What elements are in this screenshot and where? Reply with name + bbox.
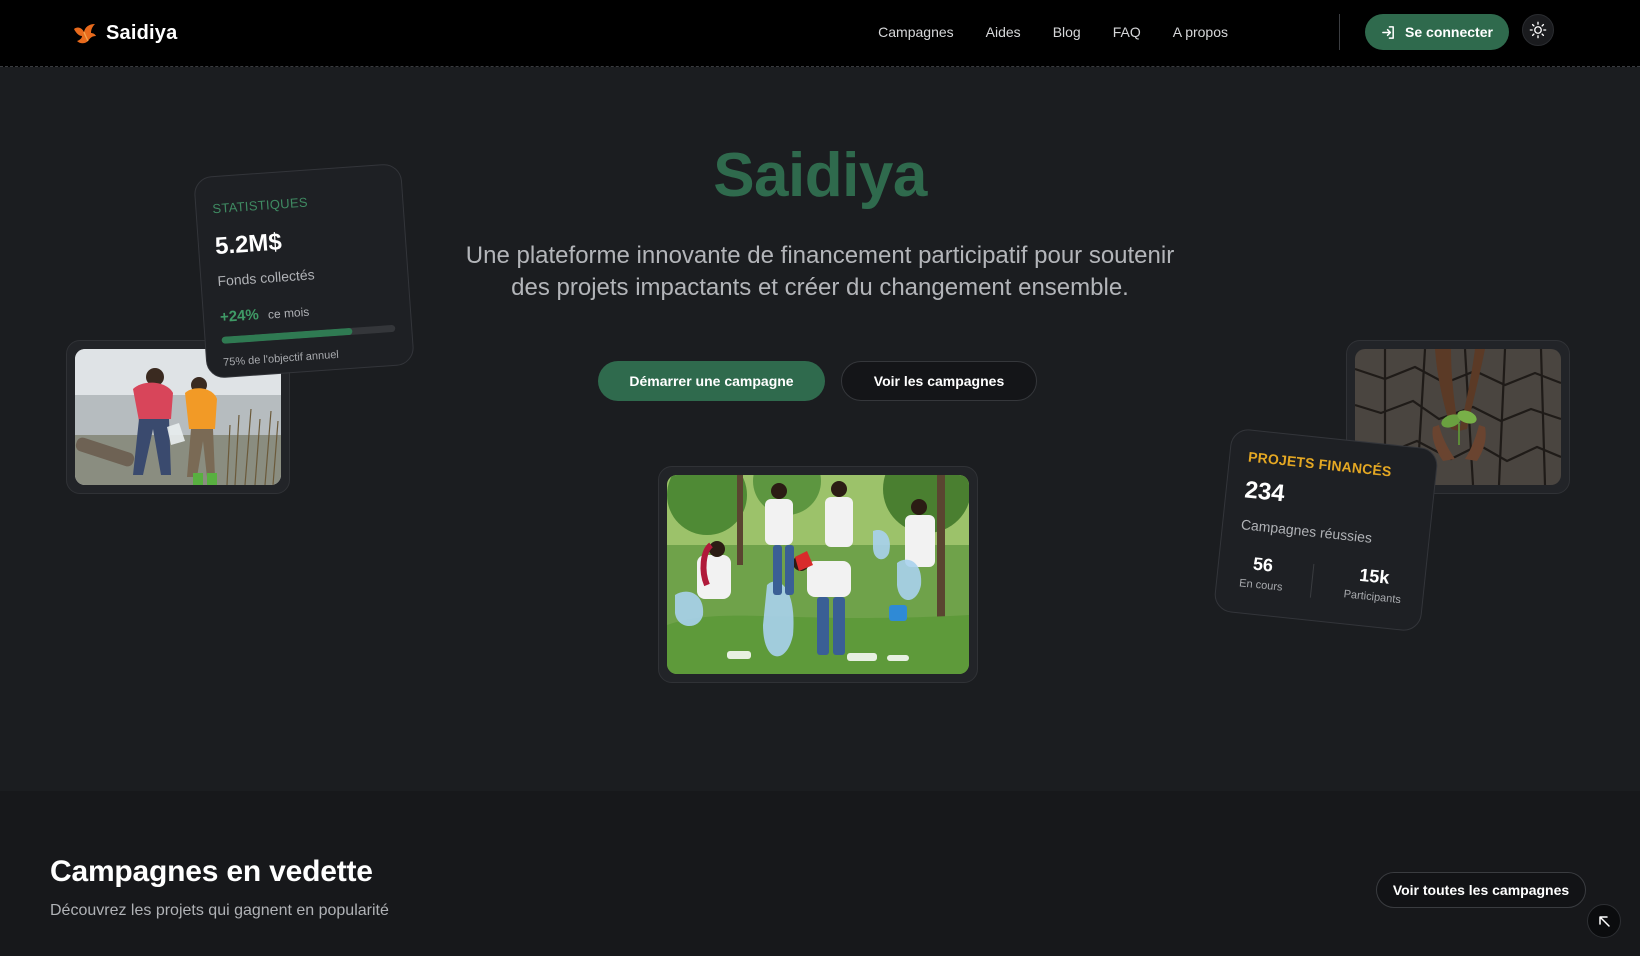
funds-amount: 5.2M$ (214, 228, 283, 261)
brand-name: Saidiya (106, 21, 178, 44)
featured-subtitle: Découvrez les projets qui gagnent en pop… (50, 902, 389, 919)
nav-link-a-propos[interactable]: A propos (1173, 24, 1228, 40)
mini-stat-divider (1309, 563, 1315, 598)
nav-link-campagnes[interactable]: Campagnes (878, 24, 954, 40)
arrow-up-left-icon (1599, 916, 1610, 927)
goal-progress-caption: 75% de l'objectif annuel (222, 348, 340, 369)
nav-links: Campagnes Aides Blog FAQ A propos (878, 0, 1228, 64)
growth-suffix: ce mois (267, 304, 310, 322)
growth-value: +24% (219, 306, 260, 326)
nav-link-faq[interactable]: FAQ (1113, 24, 1141, 40)
top-navbar: Saidiya Campagnes Aides Blog FAQ A propo… (0, 0, 1640, 67)
nav-link-aides[interactable]: Aides (986, 24, 1021, 40)
park-cleanup-photo (667, 475, 969, 674)
hero-subtitle-line-1: Une plateforme innovante de financement … (465, 242, 1175, 269)
featured-title: Campagnes en vedette (50, 855, 373, 888)
projects-count-label: Campagnes réussies (1240, 516, 1373, 546)
ongoing-label: En cours (1238, 577, 1284, 594)
projects-card: PROJETS FINANCÉS 234 Campagnes réussies … (1212, 427, 1440, 633)
funds-label: Fonds collectés (216, 266, 316, 290)
participants-stat: 15k Participants (1334, 562, 1413, 607)
projects-count: 234 (1243, 476, 1286, 508)
view-campaigns-button[interactable]: Voir les campagnes (841, 361, 1037, 401)
login-arrow-icon (1382, 25, 1394, 39)
scroll-to-top-button[interactable] (1587, 904, 1621, 938)
hero-subtitle: Une plateforme innovante de financement … (420, 240, 1220, 304)
featured-campaigns-section: Campagnes en vedette Découvrez les proje… (0, 791, 1640, 956)
goal-progress-bar (221, 324, 396, 344)
sun-icon (1529, 21, 1547, 39)
start-campaign-button[interactable]: Démarrer une campagne (598, 361, 825, 401)
ongoing-value: 56 (1252, 553, 1275, 576)
theme-toggle-button[interactable] (1522, 14, 1554, 46)
login-button-label: Se connecter (1405, 24, 1493, 40)
login-button[interactable]: Se connecter (1365, 14, 1509, 50)
stats-card: STATISTIQUES 5.2M$ Fonds collectés +24% … (193, 162, 415, 380)
brand-link[interactable]: Saidiya (72, 18, 177, 48)
nav-divider (1339, 14, 1340, 50)
projects-kicker: PROJETS FINANCÉS (1247, 448, 1393, 480)
participants-value: 15k (1358, 564, 1391, 588)
participants-label: Participants (1343, 588, 1402, 607)
nav-link-blog[interactable]: Blog (1053, 24, 1081, 40)
photo-card-park-cleanup (658, 466, 978, 683)
goal-progress-fill (221, 327, 353, 344)
ongoing-stat: 56 En cours (1230, 552, 1294, 595)
hero-subtitle-line-2: des projets impactants et créer du chang… (511, 274, 1129, 301)
stats-kicker: STATISTIQUES (211, 194, 309, 217)
bird-logo-icon (74, 24, 96, 44)
see-all-campaigns-button[interactable]: Voir toutes les campagnes (1376, 872, 1586, 908)
